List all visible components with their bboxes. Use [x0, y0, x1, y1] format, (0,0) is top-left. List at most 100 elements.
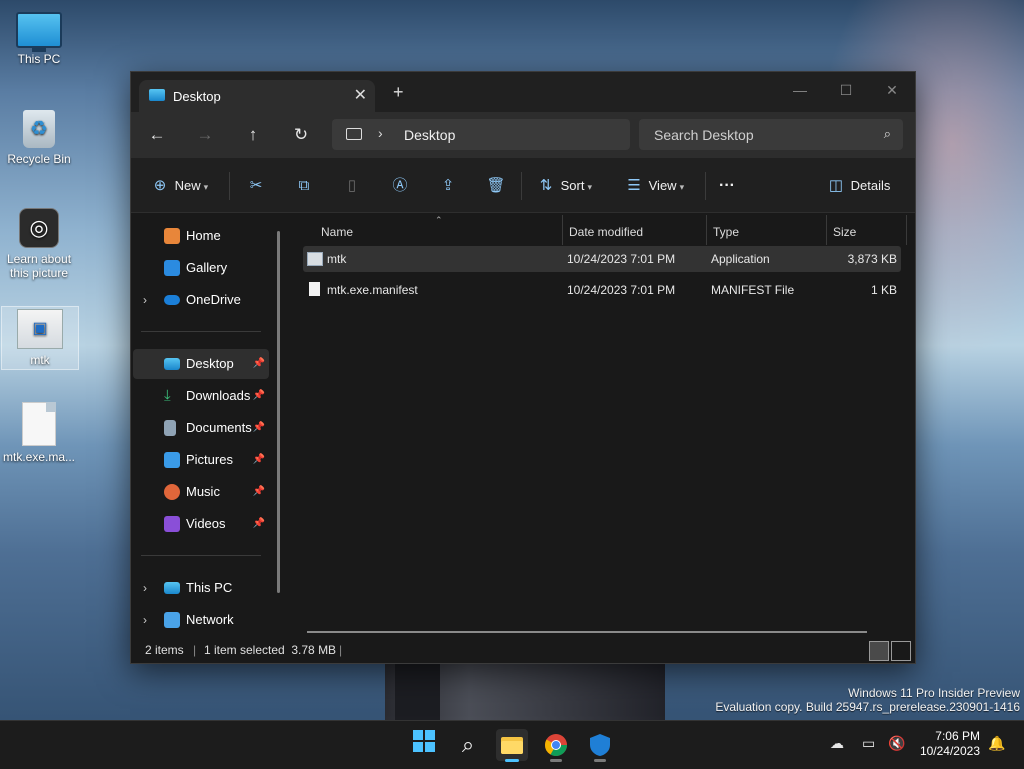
document-icon	[164, 420, 176, 436]
desktop-icon-mtk[interactable]: ▣ mtk	[1, 306, 79, 370]
clock-date: 10/24/2023	[919, 744, 980, 758]
copy-icon: ⧉	[298, 177, 310, 194]
file-row-manifest[interactable]: mtk.exe.manifest 10/24/2023 7:01 PM MANI…	[303, 277, 901, 303]
network-disconnected-icon[interactable]: ☁	[830, 735, 844, 752]
column-divider[interactable]	[706, 215, 707, 245]
display-icon[interactable]: ▭	[862, 735, 875, 752]
clock[interactable]: 7:06 PM 10/24/2023	[920, 729, 980, 759]
cloud-icon	[164, 295, 180, 305]
sidebar-item-onedrive[interactable]: › OneDrive	[133, 285, 269, 315]
search-box[interactable]: Search Desktop ⌕	[639, 119, 903, 150]
notification-bell-icon[interactable]: 🔔	[988, 735, 1005, 752]
chrome-taskbar-button[interactable]	[540, 729, 572, 762]
file-explorer-taskbar-button[interactable]	[496, 729, 528, 762]
watermark-line-2: Evaluation copy. Build 25947.rs_prerelea…	[715, 700, 1020, 714]
breadcrumb-desktop[interactable]: Desktop	[404, 127, 455, 143]
maximize-button[interactable]: ☐	[823, 78, 869, 102]
defender-taskbar-button[interactable]	[584, 729, 616, 762]
sidebar-item-videos[interactable]: Videos 📌	[133, 509, 269, 539]
new-button[interactable]: ⊕ New ▾	[149, 175, 208, 197]
chevron-right-icon[interactable]: ›	[378, 125, 383, 141]
chevron-down-icon: ▾	[203, 182, 209, 192]
horizontal-scrollbar[interactable]	[307, 631, 867, 633]
column-header-type[interactable]: Type	[713, 219, 739, 245]
file-explorer-window: Desktop ✕ + — ☐ ✕ ← → ↑ ↻ › Desktop Sear…	[130, 71, 916, 664]
new-tab-button[interactable]: +	[393, 83, 404, 101]
running-indicator	[594, 759, 606, 762]
file-row-mtk[interactable]: mtk 10/24/2023 7:01 PM Application 3,873…	[303, 246, 901, 272]
chevron-right-icon[interactable]: ›	[143, 605, 147, 635]
sidebar-item-desktop[interactable]: Desktop 📌	[133, 349, 269, 379]
search-button[interactable]: ⌕	[452, 729, 484, 761]
refresh-button[interactable]: ↻	[289, 124, 313, 146]
sidebar-item-music[interactable]: Music 📌	[133, 477, 269, 507]
clipboard-icon: ▯	[347, 177, 357, 194]
share-button[interactable]: ⇪	[437, 175, 459, 197]
sidebar-item-pictures[interactable]: Pictures 📌	[133, 445, 269, 475]
pictures-icon	[164, 452, 180, 468]
desktop-folder-icon	[149, 89, 165, 101]
pin-icon: 📌	[252, 358, 265, 369]
chevron-right-icon[interactable]: ›	[143, 573, 147, 603]
forward-button[interactable]: →	[193, 124, 217, 146]
sidebar-item-label: Desktop	[186, 356, 234, 371]
new-label: New	[174, 178, 201, 193]
rename-button[interactable]: Ⓐ	[389, 175, 411, 197]
details-pane-button[interactable]: ◫ Details	[825, 175, 890, 197]
chevron-right-icon[interactable]: ›	[143, 285, 147, 315]
wallpaper-pier-shadow	[395, 660, 440, 722]
monitor-icon	[164, 582, 180, 594]
volume-muted-icon[interactable]: 🔇	[888, 735, 905, 752]
start-button[interactable]	[408, 729, 440, 761]
column-header-size[interactable]: Size	[833, 219, 856, 245]
address-bar[interactable]: › Desktop	[332, 119, 630, 150]
sidebar-item-this-pc[interactable]: › This PC	[133, 573, 269, 603]
view-label: View	[648, 178, 677, 193]
sort-button[interactable]: ⇅ Sort ▾	[535, 175, 592, 197]
monitor-icon	[16, 12, 62, 52]
sidebar-item-label: Downloads	[186, 388, 251, 403]
sidebar-scrollbar[interactable]	[277, 231, 280, 593]
column-divider[interactable]	[826, 215, 827, 245]
divider	[521, 172, 522, 200]
up-button[interactable]: ↑	[241, 124, 265, 146]
column-divider[interactable]	[562, 215, 563, 245]
more-options-button[interactable]: ···	[719, 175, 735, 197]
details-view-button[interactable]	[869, 641, 889, 661]
paste-button[interactable]: ▯	[341, 175, 363, 197]
trash-icon: 🗑	[486, 177, 506, 194]
desktop-icon-manifest[interactable]: mtk.exe.ma...	[1, 402, 77, 464]
folder-icon	[501, 737, 523, 754]
tab-desktop[interactable]: Desktop ✕	[139, 80, 375, 112]
navigation-pane: Home Gallery › OneDrive Desktop 📌 ⤓ Down…	[131, 213, 287, 637]
close-tab-icon[interactable]: ✕	[354, 85, 367, 105]
tiles-view-button[interactable]	[891, 641, 911, 661]
close-window-button[interactable]: ✕	[869, 78, 915, 102]
desktop-icon-learn-about-picture[interactable]: ◎ Learn about this picture	[1, 208, 77, 280]
sidebar-item-downloads[interactable]: ⤓ Downloads 📌	[133, 381, 269, 411]
view-button[interactable]: ☰ View ▾	[623, 175, 684, 197]
cut-button[interactable]: ✂	[245, 175, 267, 197]
sidebar-item-home[interactable]: Home	[133, 221, 269, 251]
active-indicator	[505, 759, 519, 762]
copy-button[interactable]: ⧉	[293, 175, 315, 197]
sidebar-item-gallery[interactable]: Gallery	[133, 253, 269, 283]
desktop-icon-recycle-bin[interactable]: ♻ Recycle Bin	[1, 110, 77, 166]
delete-button[interactable]: 🗑	[485, 175, 507, 197]
divider	[141, 331, 261, 332]
chevron-down-icon: ▾	[587, 182, 592, 192]
column-divider[interactable]	[906, 215, 907, 245]
sidebar-item-network[interactable]: › Network	[133, 605, 269, 635]
search-icon: ⌕	[461, 732, 475, 757]
desktop-icon-this-pc[interactable]: This PC	[1, 12, 77, 66]
plus-circle-icon: ⊕	[153, 177, 167, 194]
back-button[interactable]: ←	[145, 124, 169, 146]
sidebar-item-documents[interactable]: Documents 📌	[133, 413, 269, 443]
share-icon: ⇪	[441, 177, 455, 194]
sidebar-item-label: OneDrive	[186, 292, 241, 307]
column-header-name[interactable]: Name	[321, 219, 353, 245]
sidebar-item-label: Network	[186, 612, 234, 627]
file-type: Application	[711, 252, 770, 266]
column-header-date[interactable]: Date modified	[569, 219, 643, 245]
minimize-button[interactable]: —	[777, 78, 823, 102]
